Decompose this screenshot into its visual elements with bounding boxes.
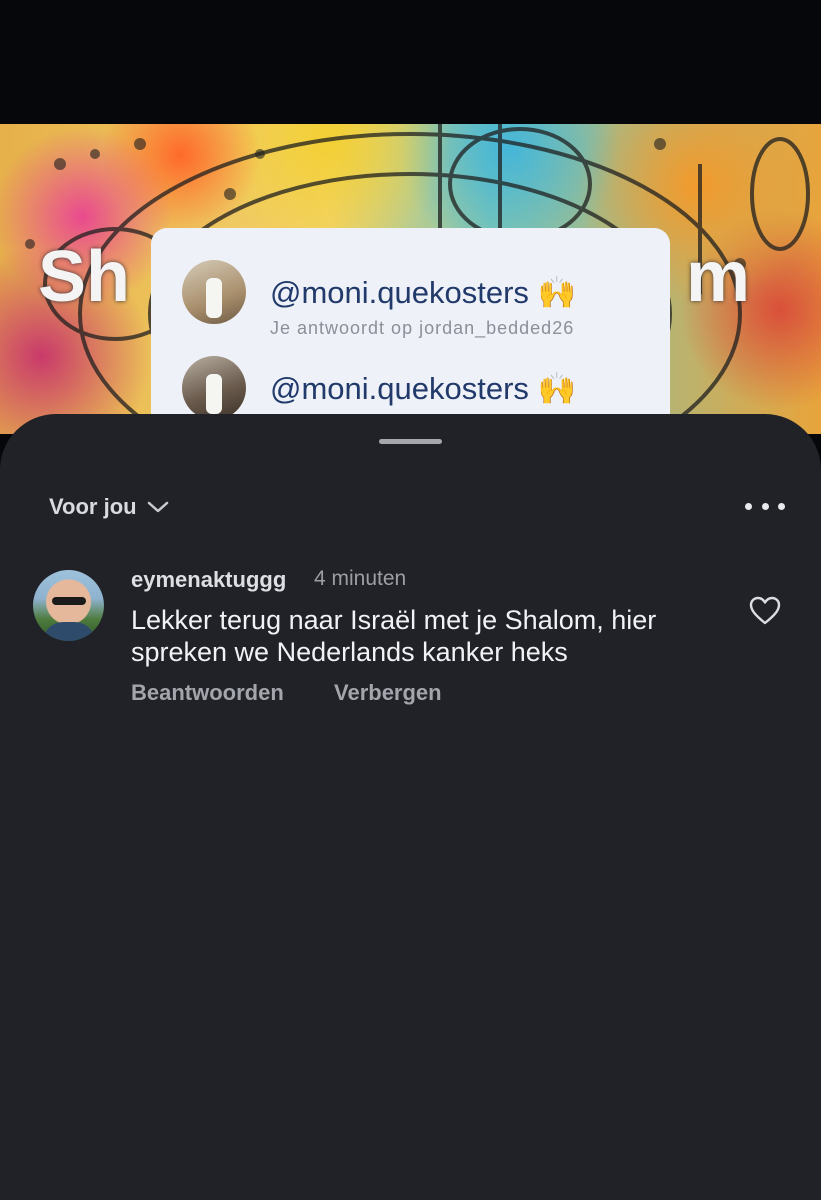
comment-timestamp: 4 minuten [314,567,407,590]
hide-button[interactable]: Verbergen [334,680,442,706]
avatar [182,260,246,324]
sort-label: Voor jou [49,494,137,519]
mention-row[interactable]: @moni.quekosters 🙌 [182,356,576,420]
avatar[interactable] [33,570,104,641]
status-bar-area [0,0,821,124]
mention-handle: @moni.quekosters 🙌 [270,274,577,310]
drag-handle[interactable] [379,439,442,444]
post-overlay-text-right: m [686,237,751,317]
more-horizontal-icon [761,502,769,510]
sort-dropdown[interactable]: Voor jou [49,494,169,520]
avatar [182,356,246,420]
comments-sheet: Voor jou eymenaktuggg 4 minuten Lekker t… [0,414,821,1200]
reply-button[interactable]: Beantwoorden [131,680,284,706]
chevron-down-icon [147,501,168,513]
comment-text: Lekker terug naar Israël met je Shalom, … [131,605,657,667]
more-horizontal-icon [745,502,752,510]
comment-username[interactable]: eymenaktuggg [131,567,286,593]
post-overlay-text-left: Sh [38,237,131,317]
reply-context-text: Je antwoordt op jordan_bedded26 [270,318,575,338]
more-options-button[interactable] [745,498,785,514]
mention-row[interactable]: @moni.quekosters 🙌 [182,260,576,324]
more-horizontal-icon [778,502,785,510]
mention-handle: @moni.quekosters 🙌 [270,370,577,406]
heart-icon[interactable] [749,596,781,626]
